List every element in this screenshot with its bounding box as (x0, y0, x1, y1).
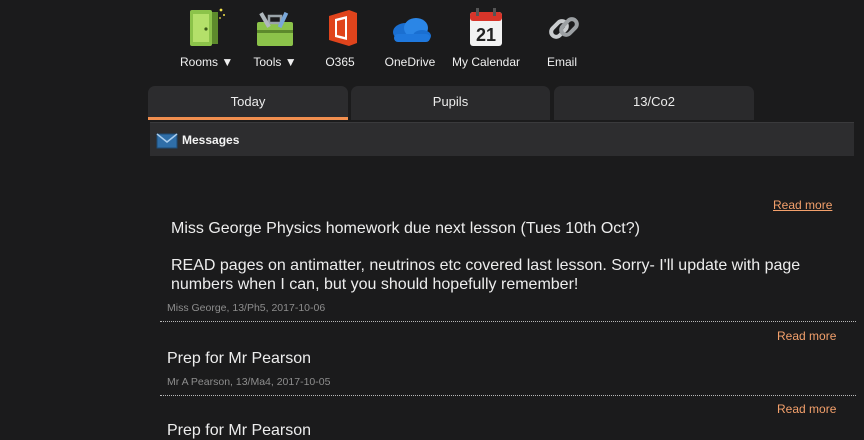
calendar-icon: 21 (470, 8, 502, 46)
envelope-icon (156, 133, 178, 149)
message-title: Miss George Physics homework due next le… (171, 220, 640, 237)
email-link[interactable]: Email (540, 4, 584, 69)
message-divider (160, 321, 856, 322)
messages-title: Messages (182, 133, 240, 147)
office-icon (329, 10, 357, 46)
message-divider (160, 395, 856, 396)
read-more-link[interactable]: Read more (773, 198, 832, 212)
message-title[interactable]: Prep for Mr Pearson (167, 422, 311, 440)
email-label: Email (546, 55, 577, 69)
message-meta: Mr A Pearson, 13/Ma4, 2017-10-05 (167, 376, 331, 388)
chain-link-icon (549, 17, 579, 39)
tab-today[interactable]: Today (148, 86, 348, 120)
calendar-link[interactable]: 21 My Calendar (450, 4, 522, 69)
message-meta: Miss George, 13/Ph5, 2017-10-06 (167, 302, 326, 314)
o365-link[interactable]: O365 (319, 4, 361, 69)
calendar-label: My Calendar (451, 55, 521, 69)
app-launcher: Rooms ▼ Tools ▼ O365 OneDrive 21 My Cale… (0, 0, 864, 84)
cloud-icon (393, 18, 431, 42)
tools-menu[interactable]: Tools ▼ (250, 4, 300, 69)
rooms-menu[interactable]: Rooms ▼ (180, 4, 234, 69)
messages-header: Messages (150, 122, 854, 156)
o365-label: O365 (325, 55, 355, 69)
onedrive-label: OneDrive (384, 55, 436, 69)
calendar-day-number: 21 (476, 25, 496, 45)
read-more-link[interactable]: Read more (777, 402, 836, 416)
door-icon (190, 8, 225, 46)
tab-13co2[interactable]: 13/Co2 (554, 86, 754, 120)
read-more-link[interactable]: Read more (777, 329, 836, 343)
message-body: READ pages on antimatter, neutrinos etc … (171, 257, 801, 293)
rooms-menu-label: Rooms ▼ (180, 55, 234, 69)
onedrive-link[interactable]: OneDrive (381, 4, 439, 69)
toolbox-icon (257, 11, 293, 46)
tab-pupils[interactable]: Pupils (351, 86, 550, 120)
tools-menu-label: Tools ▼ (253, 55, 297, 69)
message-title[interactable]: Prep for Mr Pearson (167, 350, 311, 368)
